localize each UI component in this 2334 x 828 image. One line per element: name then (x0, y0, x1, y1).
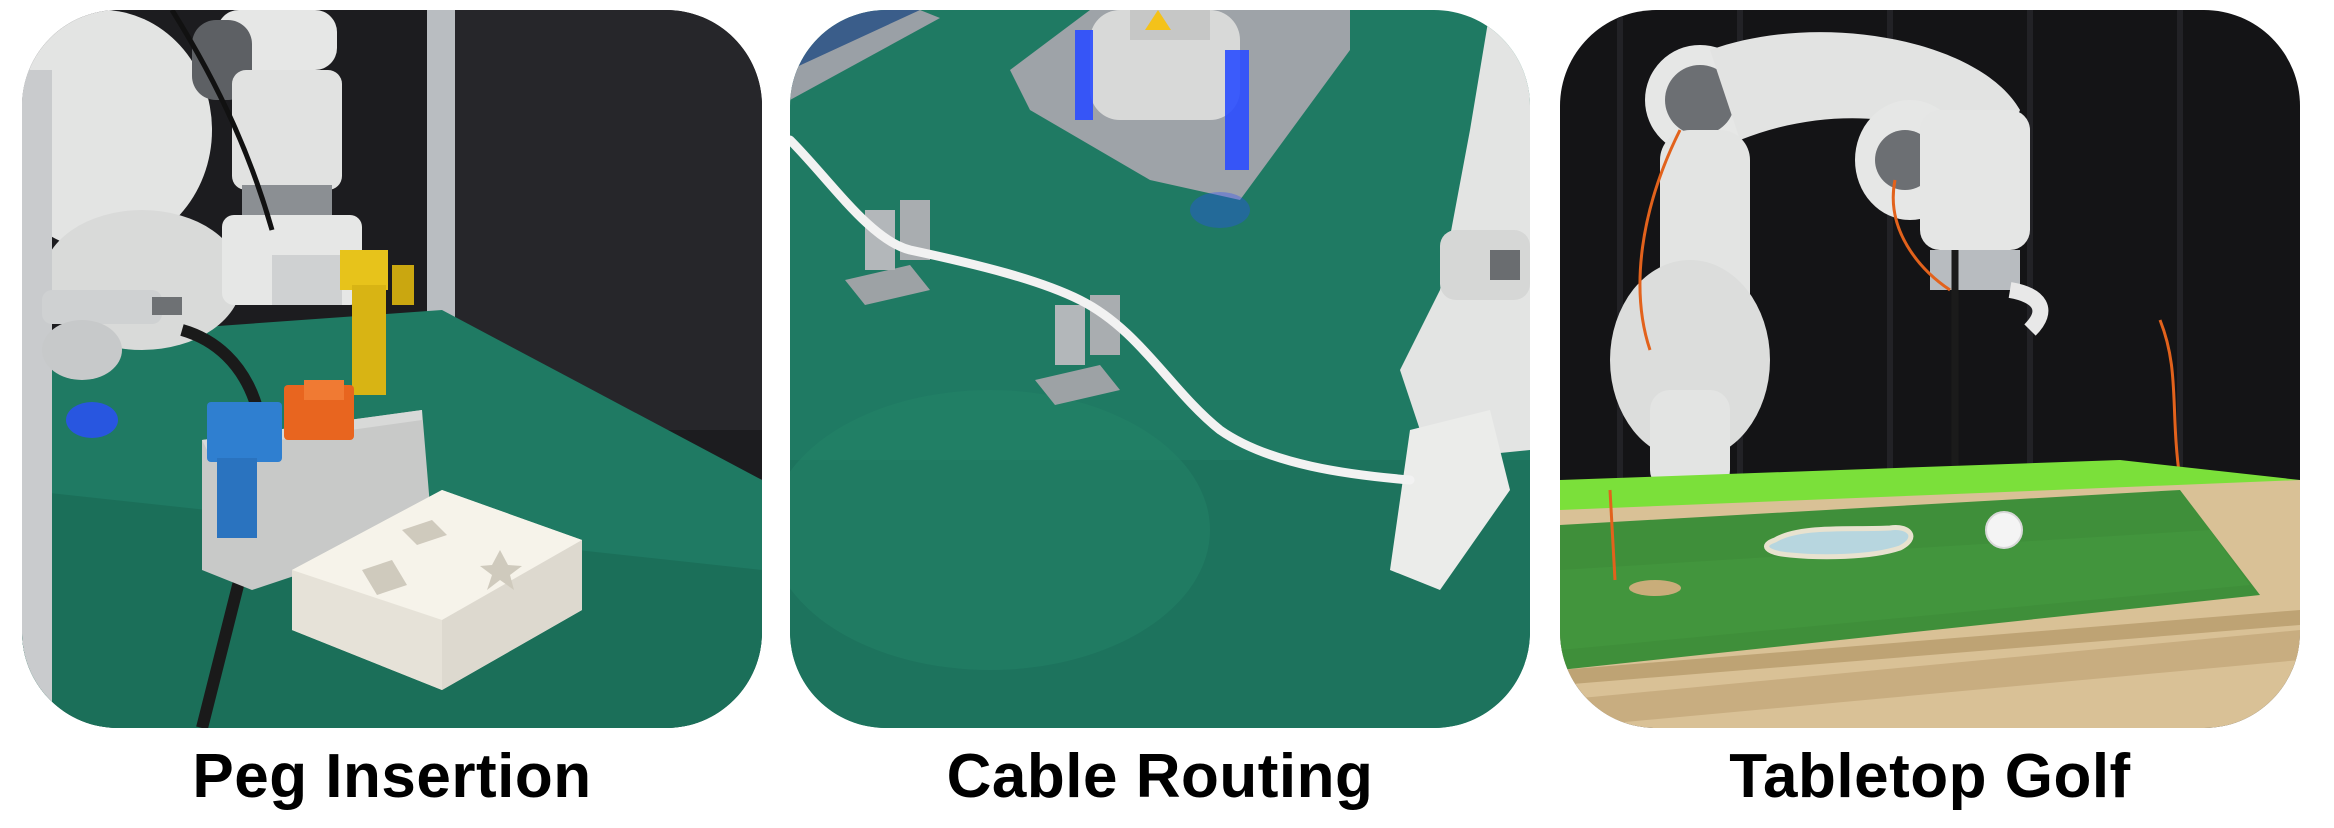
panel-caption: Cable Routing (946, 742, 1374, 811)
water-hazard (1764, 525, 1914, 560)
golf-hole (1629, 580, 1681, 596)
robot-gripper (1920, 110, 2030, 250)
frame-rail-vertical (427, 10, 455, 340)
peg-insertion-photo (22, 10, 762, 728)
blue-led (1075, 30, 1093, 120)
panel-caption: Tabletop Golf (1729, 742, 2131, 811)
wrist-camera (42, 290, 162, 324)
blue-peg (207, 402, 282, 462)
cable-routing-photo (790, 10, 1530, 728)
blue-led (66, 402, 118, 438)
panel-caption: Peg Insertion (192, 742, 592, 811)
yellow-peg (340, 250, 388, 290)
golf-ball (1985, 511, 2023, 549)
tabletop-golf-photo (1560, 10, 2300, 728)
